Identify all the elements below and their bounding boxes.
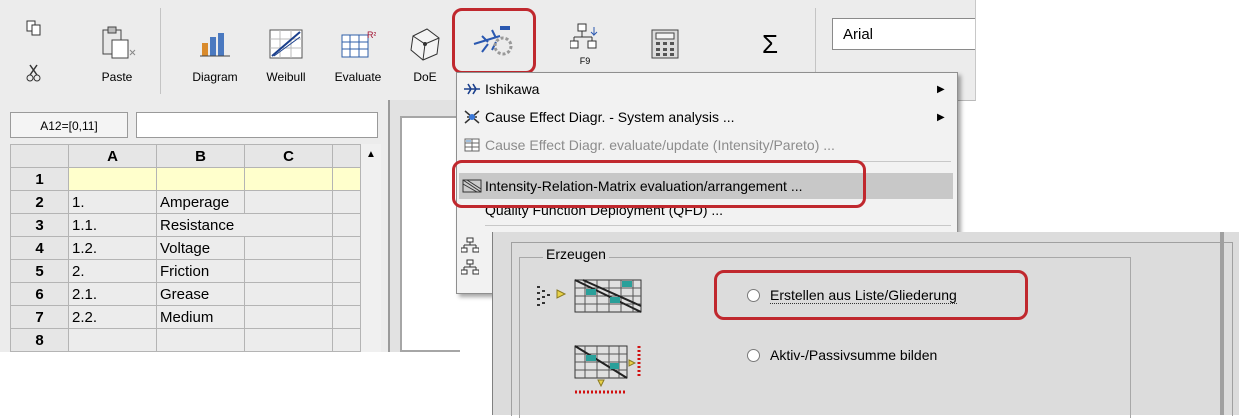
table-row: 5 2. Friction <box>10 259 361 283</box>
cell-a[interactable]: 1.2. <box>68 236 157 260</box>
menu-item-cause-effect-evaluate: Cause Effect Diagr. evaluate/update (Int… <box>459 133 953 157</box>
cell-b[interactable]: Friction <box>156 259 245 283</box>
cell-b[interactable]: Medium <box>156 305 245 329</box>
cell-c1[interactable] <box>244 167 333 191</box>
cell-c[interactable] <box>244 213 333 237</box>
row-header[interactable]: 8 <box>10 328 69 352</box>
cell-c[interactable] <box>244 328 333 352</box>
cell-a[interactable] <box>68 328 157 352</box>
menu-item-cause-effect-system[interactable]: Cause Effect Diagr. - System analysis ..… <box>459 105 953 129</box>
evaluate-grid-icon <box>459 138 485 152</box>
row-header[interactable]: 3 <box>10 213 69 237</box>
cell-b[interactable] <box>156 328 245 352</box>
doe-label: DoE <box>413 70 437 84</box>
table-row: 8 <box>10 328 361 352</box>
cell-a[interactable]: 2. <box>68 259 157 283</box>
column-header-b[interactable]: B <box>156 144 245 168</box>
cell-a[interactable]: 1. <box>68 190 157 214</box>
calc-tree-icon <box>570 20 600 60</box>
column-header-a[interactable]: A <box>68 144 157 168</box>
f9-label: F9 <box>579 56 591 66</box>
diagram-button[interactable]: Diagram <box>180 0 250 100</box>
row-header[interactable]: 7 <box>10 305 69 329</box>
row-header[interactable]: 6 <box>10 282 69 306</box>
spreadsheet-grid[interactable]: A B C 1 2 1. Amperage 3 1.1. Resistance … <box>10 144 361 352</box>
vertical-scrollbar[interactable]: ▲ <box>360 144 381 352</box>
cell-c[interactable] <box>244 236 333 260</box>
bar-chart-icon <box>200 24 230 64</box>
table-row: 2 1. Amperage <box>10 190 361 214</box>
font-select[interactable]: Arial <box>832 18 975 50</box>
doe-cube-icon <box>407 24 443 64</box>
cell-a[interactable]: 2.2. <box>68 305 157 329</box>
row-header[interactable]: 1 <box>10 167 69 191</box>
diagram-label: Diagram <box>192 70 238 84</box>
corner-cell[interactable] <box>10 144 69 168</box>
doe-button[interactable]: DoE <box>398 0 452 100</box>
canvas-panel <box>390 100 460 352</box>
paste-label: Paste <box>101 70 133 84</box>
weibull-label: Weibull <box>266 70 306 84</box>
cell-b[interactable]: Resistance <box>156 213 245 237</box>
cell-b1[interactable] <box>156 167 245 191</box>
column-header-c[interactable]: C <box>244 144 333 168</box>
cut-icon[interactable] <box>26 64 42 85</box>
cell-b[interactable]: Amperage <box>156 190 245 214</box>
paste-button[interactable]: Paste <box>82 0 152 100</box>
create-dialog: Erzeugen Erstellen aus Liste/Gliederung <box>492 232 1239 418</box>
cell-c[interactable] <box>244 282 333 306</box>
canvas[interactable] <box>400 116 460 352</box>
weibull-plot-icon <box>269 24 303 64</box>
evaluate-button[interactable]: R² Evaluate <box>322 0 394 100</box>
menu-item-highlight <box>452 160 866 208</box>
copy-icon[interactable] <box>26 20 42 39</box>
submenu-arrow-icon: ▶ <box>937 111 945 123</box>
evaluate-table-icon: R² <box>340 24 376 64</box>
row-header[interactable]: 4 <box>10 236 69 260</box>
r2-text: R² <box>367 30 376 40</box>
cell-a1[interactable] <box>68 167 157 191</box>
table-row: 7 2.2. Medium <box>10 305 361 329</box>
cell-c[interactable] <box>244 305 333 329</box>
row-header[interactable]: 2 <box>10 190 69 214</box>
cell-c[interactable] <box>244 259 333 283</box>
menu-separator <box>485 225 951 226</box>
menu-item-tree-icon[interactable] <box>460 237 480 256</box>
scroll-up-arrow-icon[interactable]: ▲ <box>361 144 381 166</box>
weibull-button[interactable]: Weibull <box>256 0 316 100</box>
paste-icon <box>97 24 137 64</box>
ishikawa-icon <box>459 82 485 96</box>
sigma-icon: Σ <box>761 28 779 59</box>
formula-input[interactable] <box>136 112 378 138</box>
table-row: 3 1.1. Resistance <box>10 213 361 237</box>
calculator-icon <box>651 24 679 64</box>
option-highlight <box>714 270 1028 320</box>
group-title: Erzeugen <box>543 246 609 262</box>
cell-b[interactable]: Voltage <box>156 236 245 260</box>
option-active-passive-sum[interactable]: Aktiv-/Passivsumme bilden <box>747 347 937 363</box>
cell-b[interactable]: Grease <box>156 282 245 306</box>
cause-effect-icon <box>459 109 485 125</box>
cell-a[interactable]: 1.1. <box>68 213 157 237</box>
spreadsheet-panel: A12=[0,11] A B C 1 2 1. Amperage 3 1.1. … <box>0 100 390 352</box>
cell-reference-box[interactable]: A12=[0,11] <box>10 112 128 138</box>
menu-item-ishikawa[interactable]: Ishikawa ▶ <box>459 77 953 101</box>
row-header[interactable]: 5 <box>10 259 69 283</box>
dialog-right-edge <box>1220 232 1224 415</box>
radio-active-passive-sum[interactable] <box>747 348 760 362</box>
cell-a[interactable]: 2.1. <box>68 282 157 306</box>
menu-button-highlight <box>452 8 536 74</box>
submenu-arrow-icon: ▶ <box>937 83 945 95</box>
matrix-sum-icon <box>571 342 651 405</box>
evaluate-label: Evaluate <box>334 70 382 84</box>
table-row: 6 2.1. Grease <box>10 282 361 306</box>
cell-c[interactable] <box>244 190 333 214</box>
list-to-matrix-icon <box>537 278 647 321</box>
table-row: 1 <box>10 167 361 191</box>
menu-item-tree2-icon[interactable] <box>460 259 480 278</box>
table-row: 4 1.2. Voltage <box>10 236 361 260</box>
